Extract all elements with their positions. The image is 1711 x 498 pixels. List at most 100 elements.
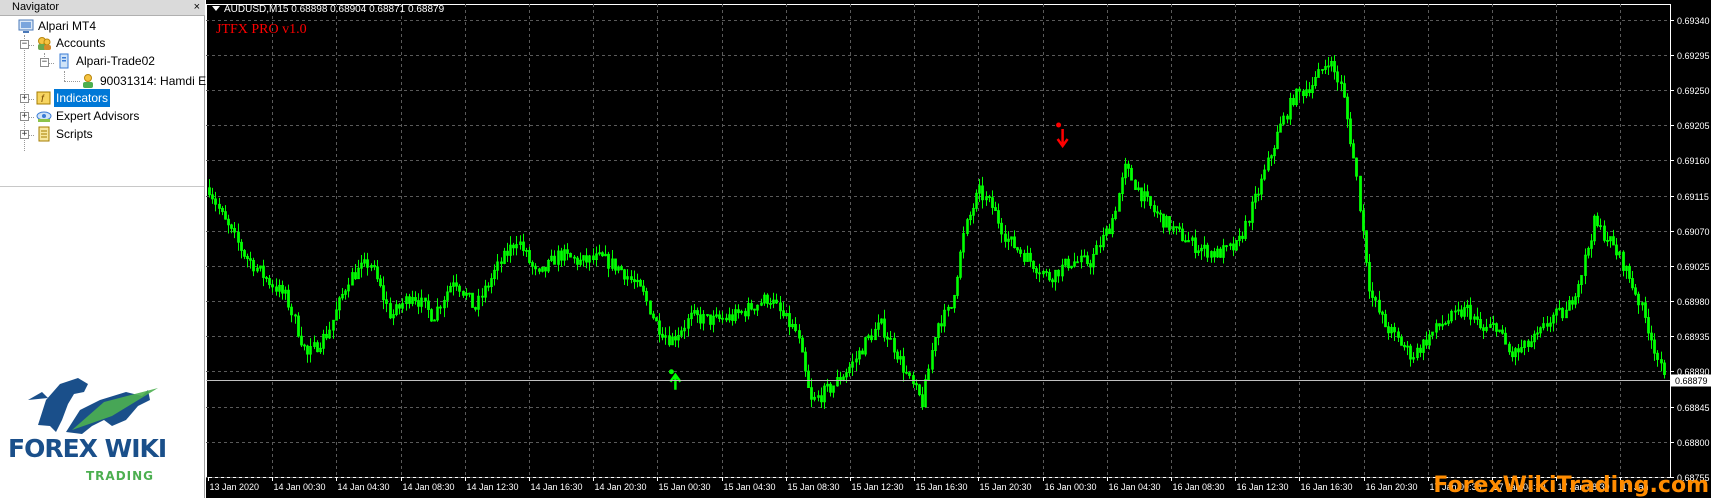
candle-body <box>668 335 671 346</box>
candle <box>883 309 886 342</box>
candle <box>601 251 604 257</box>
expand-toggle-experts[interactable]: + <box>20 112 29 121</box>
expand-toggle-server[interactable]: − <box>40 58 49 67</box>
candle <box>756 304 759 317</box>
candle <box>699 306 702 330</box>
candle-body <box>804 351 807 372</box>
candle-body <box>224 211 227 220</box>
candle-body <box>427 300 430 310</box>
candle <box>801 335 804 353</box>
candle-body <box>1149 196 1152 206</box>
candle-body <box>1561 307 1564 319</box>
candle <box>1615 237 1618 260</box>
candle <box>734 304 737 324</box>
candle-body <box>569 253 572 258</box>
candle <box>443 296 446 318</box>
candle <box>398 303 401 315</box>
candle-body <box>1162 213 1165 228</box>
candle-body <box>214 198 217 205</box>
candle <box>1336 65 1339 91</box>
chart-canvas: 0.69340 0.69295 0.69250 0.69205 0.69160 0.691… <box>206 4 1711 492</box>
candle <box>351 267 354 286</box>
candle <box>1086 251 1089 267</box>
candle <box>1444 321 1447 326</box>
candle <box>737 304 740 319</box>
expand-toggle-accounts[interactable]: − <box>20 40 29 49</box>
candle <box>477 288 480 317</box>
candle <box>1625 265 1628 279</box>
close-icon[interactable]: × <box>194 0 200 15</box>
candle <box>389 297 392 320</box>
candle-body <box>439 306 442 309</box>
candle-body <box>208 187 211 196</box>
candle <box>379 274 382 288</box>
candle-body <box>1333 61 1336 73</box>
candle <box>1498 329 1501 333</box>
candle-body <box>801 337 804 353</box>
candle-body <box>788 313 791 328</box>
candle-body <box>522 241 525 251</box>
candle <box>1222 238 1225 264</box>
candle <box>1187 231 1190 243</box>
collapse-triangle-icon[interactable] <box>212 6 220 11</box>
candle <box>1194 229 1197 259</box>
candle <box>325 326 328 341</box>
candle <box>940 315 943 333</box>
candle <box>836 369 839 387</box>
candle <box>994 201 997 211</box>
candle <box>370 263 373 272</box>
candle-body <box>994 207 997 211</box>
candle <box>1282 112 1285 126</box>
candle-body <box>997 210 1000 224</box>
candle <box>744 308 747 322</box>
candle <box>740 309 743 315</box>
candle-body <box>1495 323 1498 332</box>
candle <box>1409 343 1412 367</box>
candle-body <box>981 185 984 201</box>
candle <box>550 249 553 263</box>
candle <box>1596 212 1599 228</box>
candle <box>1435 319 1438 339</box>
candle <box>1603 220 1606 243</box>
candle <box>1327 56 1330 75</box>
candle <box>1232 236 1235 257</box>
candle <box>1197 245 1200 256</box>
candle-body <box>893 337 896 353</box>
price-chart[interactable]: 0.69340 0.69295 0.69250 0.69205 0.69160 0.691… <box>206 0 1711 498</box>
time-tick-label: 16 Jan 08:30 <box>1173 482 1225 492</box>
price-tick-label: 0.68800 <box>1677 438 1710 448</box>
candle <box>392 309 395 326</box>
expand-toggle-indicators[interactable]: + <box>20 94 29 103</box>
candle <box>1637 291 1640 314</box>
candle <box>1314 71 1317 89</box>
candle <box>924 374 927 408</box>
candle-body <box>988 196 991 199</box>
candle-body <box>737 309 740 314</box>
candle-body <box>1571 300 1574 305</box>
candle-body <box>921 394 924 408</box>
candle-body <box>1476 316 1479 320</box>
candle <box>1042 269 1045 278</box>
candle <box>446 285 449 308</box>
candle-body <box>1067 258 1070 269</box>
chart-symbol-header[interactable]: AUDUSD,M15 0.68898 0.68904 0.68871 0.688… <box>212 4 444 15</box>
candle <box>1406 341 1409 356</box>
candle <box>1010 236 1013 247</box>
candle <box>1650 325 1653 349</box>
candle-body <box>706 314 709 316</box>
candle <box>658 313 661 343</box>
candle-body <box>1634 287 1637 295</box>
candle-body <box>414 297 417 301</box>
candle-body <box>408 296 411 304</box>
candle <box>1463 301 1466 320</box>
candle <box>1308 82 1311 97</box>
candle-body <box>297 315 300 337</box>
expand-toggle-scripts[interactable]: + <box>20 130 29 139</box>
candle <box>712 310 715 333</box>
candle <box>237 223 240 251</box>
candle <box>1210 250 1213 263</box>
candle-body <box>1631 278 1634 289</box>
candle-body <box>240 241 243 251</box>
candle <box>902 347 905 382</box>
candle <box>696 307 699 323</box>
